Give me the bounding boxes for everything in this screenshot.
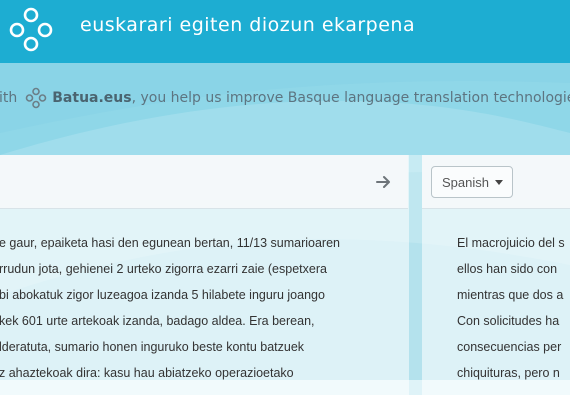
caret-down-icon [494, 179, 503, 185]
target-line: chiquituras, pero n [457, 366, 560, 380]
source-line: bi abokatuk zigor luzeagoa izanda 5 hila… [0, 288, 325, 302]
source-panel-toolbar [0, 155, 408, 209]
source-line: lderatuta, sumario honen inguruko beste … [0, 340, 305, 354]
tagline-text: , you help us improve Basque language tr… [131, 90, 570, 106]
source-line: rrudun jota, gehienei 2 urteko zigorra e… [0, 262, 327, 276]
tagline-prefix: ith [0, 90, 18, 106]
translate-button[interactable] [372, 171, 396, 193]
batua-logo-icon[interactable] [7, 6, 55, 54]
target-line: Con solicitudes ha [457, 314, 560, 328]
page-title: euskarari egiten diozun ekarpena [80, 14, 416, 36]
brand-link[interactable]: Batua.eus [52, 90, 131, 106]
target-line: El macrojuicio del s [457, 236, 565, 250]
source-line: z ahaztekoak dira: kasu hau abiatzeko op… [0, 366, 294, 380]
arrow-right-icon [376, 176, 390, 188]
site-header: euskarari egiten diozun ekarpena [0, 0, 570, 63]
target-line: consecuencias per [457, 340, 562, 354]
target-line: mientras que dos a [457, 288, 564, 302]
tagline: ith Batua.eus , you help us improve Basq… [0, 87, 570, 109]
source-text[interactable]: e gaur, epaiketa hasi den egunean bertan… [0, 230, 400, 386]
source-line: e gaur, epaiketa hasi den egunean bertan… [0, 236, 340, 250]
batua-logo-icon [25, 87, 47, 109]
target-language-select[interactable]: Spanish [431, 166, 513, 198]
target-text[interactable]: El macrojuicio del s ellos han sido con … [457, 230, 570, 386]
source-line: kek 601 urte artekoak izanda, badago ald… [0, 314, 315, 328]
intro-band [0, 63, 570, 155]
target-line: ellos han sido con [457, 262, 558, 276]
target-language-value: Spanish [442, 174, 489, 190]
